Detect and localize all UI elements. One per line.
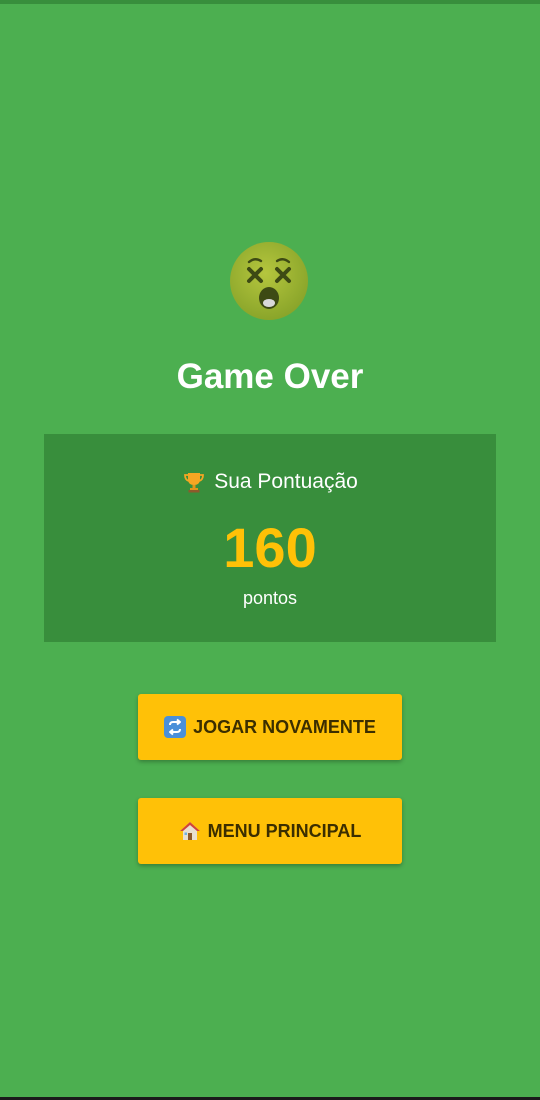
score-card: Sua Pontuação 160 pontos <box>44 434 496 642</box>
status-bar-strip <box>0 0 540 4</box>
main-menu-label: MENU PRINCIPAL <box>207 820 362 841</box>
score-value: 160 <box>223 516 317 579</box>
trophy-icon <box>182 470 206 494</box>
score-label-row: Sua Pontuação <box>44 468 496 496</box>
score-label: Sua Pontuação <box>214 470 358 493</box>
house-icon <box>179 820 201 842</box>
play-again-label: JOGAR NOVAMENTE <box>193 716 376 737</box>
dizzy-face-icon <box>228 240 310 322</box>
game-over-title: Game Over <box>176 357 364 396</box>
score-unit: pontos <box>242 588 298 608</box>
repeat-arrows-icon <box>164 716 187 738</box>
play-again-button[interactable]: JOGAR NOVAMENTE <box>138 694 402 760</box>
main-menu-button[interactable]: MENU PRINCIPAL <box>138 798 402 864</box>
